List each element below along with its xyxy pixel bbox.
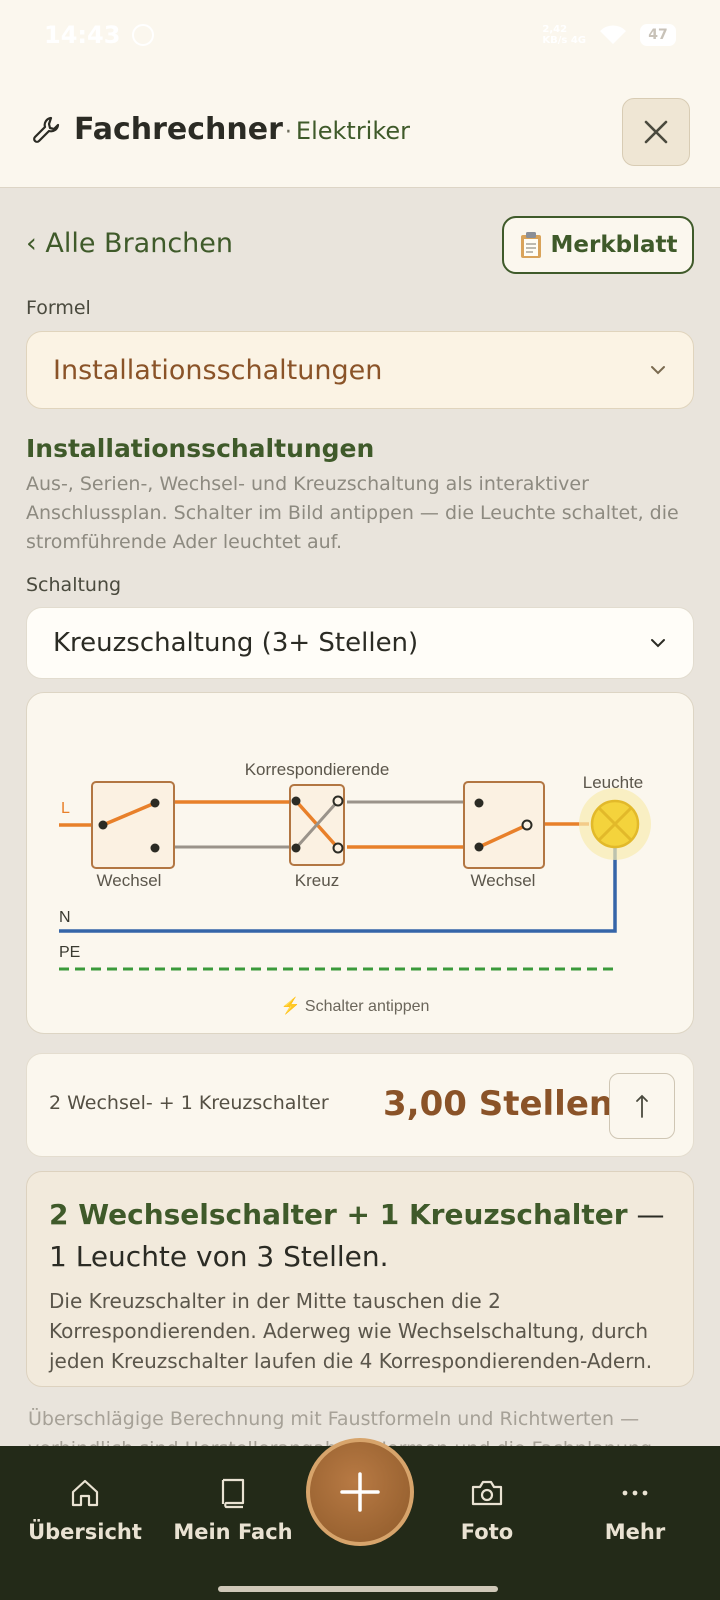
- switch-wechsel-1[interactable]: [91, 781, 175, 869]
- switch-wechsel-2[interactable]: [463, 781, 545, 869]
- merkblatt-button[interactable]: Merkblatt: [502, 216, 694, 274]
- result-value: 3,00 Stellen: [383, 1084, 614, 1124]
- nav-label-mein-fach: Mein Fach: [173, 1520, 293, 1544]
- label-switch-3: Wechsel: [471, 871, 536, 890]
- share-button[interactable]: [609, 1073, 675, 1139]
- label-leuchte: Leuchte: [583, 773, 644, 792]
- explanation-heading-bold: 2 Wechselschalter + 1 Kreuzschalter: [49, 1198, 628, 1231]
- label-korrespondierende: Korrespondierende: [245, 760, 390, 779]
- section-description: Aus-, Serien-, Wechsel- und Kreuzschaltu…: [26, 473, 679, 553]
- result-label: 2 Wechsel- + 1 Kreuzschalter: [49, 1092, 329, 1114]
- book-icon: [221, 1478, 245, 1509]
- chatgpt-icon: [132, 24, 155, 46]
- app-title: Fachrechner: [74, 112, 283, 147]
- schaltung-select[interactable]: Kreuzschaltung (3+ Stellen): [26, 607, 694, 679]
- formel-selected-value: Installationsschaltungen: [53, 354, 383, 386]
- status-left: 14:43: [44, 21, 155, 49]
- plus-icon: [340, 1472, 380, 1512]
- explanation-heading: 2 Wechselschalter + 1 Kreuzschalter — 1 …: [49, 1194, 671, 1278]
- switch-kreuz[interactable]: [289, 784, 345, 866]
- formel-select[interactable]: Installationsschaltungen: [26, 331, 694, 409]
- battery-icon: 47: [640, 24, 676, 46]
- label-switch-1: Wechsel: [97, 871, 162, 890]
- label-switch-2: Kreuz: [295, 871, 339, 890]
- title-separator: ·: [284, 120, 292, 145]
- nav-label-uebersicht: Übersicht: [28, 1520, 142, 1544]
- network-type: KB/s 4G: [542, 35, 586, 46]
- nav-label-foto: Foto: [460, 1520, 514, 1544]
- result-card: 2 Wechsel- + 1 Kreuzschalter 3,00 Stelle…: [26, 1053, 694, 1157]
- lamp-icon[interactable]: [579, 788, 651, 860]
- network-speed: 2,42 KB/s 4G: [542, 24, 586, 46]
- add-button[interactable]: [306, 1438, 414, 1546]
- formel-label: Formel: [26, 297, 91, 319]
- section-title: Installationsschaltungen: [26, 434, 375, 463]
- nav-item-mein-fach[interactable]: Mein Fach: [158, 1476, 308, 1544]
- label-N: N: [59, 909, 71, 926]
- diagram-hint: ⚡ Schalter antippen: [281, 996, 430, 1015]
- home-icon: [71, 1479, 99, 1507]
- merkblatt-label: Merkblatt: [550, 232, 678, 258]
- back-to-branches-link[interactable]: ‹ Alle Branchen: [26, 228, 233, 259]
- nav-label-mehr: Mehr: [604, 1520, 666, 1544]
- explanation-card: 2 Wechselschalter + 1 Kreuzschalter — 1 …: [26, 1171, 694, 1387]
- label-PE: PE: [59, 944, 80, 961]
- wifi-icon: [600, 25, 626, 44]
- home-indicator[interactable]: [218, 1586, 498, 1592]
- app-brand: Fachrechner · Elektriker: [74, 112, 410, 147]
- status-bar: 14:43 2,42 KB/s 4G 47: [0, 0, 720, 70]
- bottom-navigation: Übersicht Mein Fach Foto Mehr: [0, 1438, 720, 1600]
- schaltung-selected-value: Kreuzschaltung (3+ Stellen): [53, 628, 419, 658]
- status-time: 14:43: [44, 21, 121, 49]
- nav-item-uebersicht[interactable]: Übersicht: [10, 1476, 160, 1544]
- chevron-down-icon: [651, 366, 665, 375]
- chevron-down-icon: [651, 639, 665, 648]
- clipboard-icon: [520, 232, 541, 258]
- nav-item-mehr[interactable]: Mehr: [560, 1476, 710, 1544]
- wiring-diagram: L N PE Korrespondierende Leuchte Wechsel…: [26, 692, 694, 1034]
- status-right: 2,42 KB/s 4G 47: [542, 24, 676, 46]
- more-icon: [622, 1490, 648, 1496]
- nav-item-foto[interactable]: Foto: [412, 1476, 562, 1544]
- close-button[interactable]: [622, 98, 690, 166]
- label-L: L: [61, 800, 70, 817]
- wrench-icon: [33, 116, 60, 143]
- share-arrow-icon: [636, 1094, 648, 1118]
- network-speed-value: 2,42: [542, 24, 568, 35]
- app-header: Fachrechner · Elektriker: [0, 70, 720, 188]
- wiring-diagram-canvas: L N PE Korrespondierende Leuchte Wechsel…: [59, 760, 651, 1015]
- camera-icon: [471, 1480, 503, 1506]
- explanation-body: Die Kreuzschalter in der Mitte tauschen …: [49, 1289, 653, 1373]
- app-subtitle: Elektriker: [295, 117, 411, 145]
- schaltung-label: Schaltung: [26, 574, 122, 596]
- close-icon: [644, 120, 668, 144]
